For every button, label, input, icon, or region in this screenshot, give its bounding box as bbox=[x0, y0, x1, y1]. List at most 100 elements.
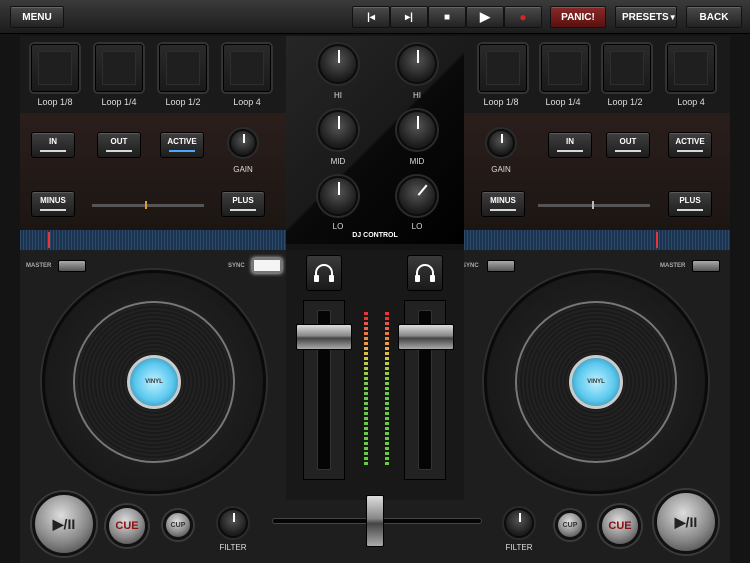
left-waveform[interactable] bbox=[20, 230, 286, 250]
right-cue-button[interactable]: CUE bbox=[599, 505, 641, 547]
right-hi-label: HI bbox=[413, 91, 421, 100]
left-play-pause-button[interactable]: ▶/II bbox=[32, 492, 96, 556]
right-loop-pad-4[interactable] bbox=[667, 44, 715, 92]
record-icon: ● bbox=[519, 10, 527, 24]
right-loop-pad-2[interactable] bbox=[541, 44, 589, 92]
crossfader-handle[interactable] bbox=[366, 495, 384, 547]
right-mid-label: MID bbox=[409, 157, 425, 166]
left-gain-knob[interactable] bbox=[229, 129, 257, 157]
dj-control-title: DJ CONTROL bbox=[352, 232, 398, 239]
presets-label: PRESETS bbox=[622, 11, 669, 23]
record-button[interactable]: ● bbox=[504, 6, 542, 28]
left-hi-eq-knob[interactable] bbox=[318, 44, 358, 84]
right-loop-label: Loop 1/2 bbox=[607, 97, 643, 107]
left-pitch-slider[interactable] bbox=[92, 204, 204, 207]
right-loop-label: Loop 4 bbox=[677, 97, 705, 107]
left-pitch-plus-button[interactable]: PLUS bbox=[221, 191, 265, 217]
back-button[interactable]: BACK bbox=[686, 6, 742, 28]
right-vinyl-center: VINYL bbox=[569, 355, 623, 409]
play-button[interactable]: ▶ bbox=[466, 6, 504, 28]
right-gain-label: GAIN bbox=[491, 165, 511, 174]
right-lo-label: LO bbox=[411, 222, 423, 231]
right-hi-eq-knob[interactable] bbox=[397, 44, 437, 84]
left-gain-label: GAIN bbox=[233, 165, 253, 174]
right-pitch-plus-button[interactable]: PLUS bbox=[668, 191, 712, 217]
right-master-button[interactable] bbox=[692, 260, 720, 272]
left-master-label: MASTER bbox=[26, 263, 52, 269]
chevron-down-icon: ▼ bbox=[668, 12, 677, 22]
presets-dropdown[interactable]: PRESETS ▼ bbox=[615, 6, 677, 28]
left-vinyl-center: VINYL bbox=[127, 355, 181, 409]
right-channel-fader-handle[interactable] bbox=[398, 324, 454, 350]
menu-button[interactable]: MENU bbox=[10, 6, 64, 28]
right-headphone-cue-button[interactable] bbox=[407, 255, 443, 291]
left-mid-eq-knob[interactable] bbox=[318, 110, 358, 150]
left-vinyl-label: VINYL bbox=[145, 379, 163, 385]
right-pitch-marker bbox=[592, 201, 594, 209]
play-icon: ▶ bbox=[480, 9, 490, 24]
left-loop-pad-2[interactable] bbox=[95, 44, 143, 92]
left-hi-label: HI bbox=[334, 91, 342, 100]
right-filter-knob[interactable] bbox=[504, 508, 534, 538]
knob-indicator bbox=[417, 50, 419, 64]
right-master-label: MASTER bbox=[660, 263, 686, 269]
skip-back-icon: |◂ bbox=[367, 11, 375, 23]
knob-indicator bbox=[417, 116, 419, 130]
left-master-button[interactable] bbox=[58, 260, 86, 272]
left-loop-label: Loop 1/2 bbox=[165, 97, 201, 107]
left-cue-button[interactable]: CUE bbox=[106, 505, 148, 547]
right-playhead bbox=[656, 232, 658, 248]
right-loop-active-button[interactable]: ACTIVE bbox=[668, 132, 712, 158]
skip-forward-icon: ▸| bbox=[405, 11, 413, 23]
right-cup-button[interactable]: CUP bbox=[555, 510, 585, 540]
right-waveform[interactable] bbox=[464, 230, 730, 250]
right-loop-pad-1[interactable] bbox=[479, 44, 527, 92]
right-pitch-slider[interactable] bbox=[538, 204, 650, 207]
left-playhead bbox=[48, 232, 50, 248]
mixer-eq-panel bbox=[286, 36, 464, 244]
play-pause-icon: ▶/II bbox=[674, 513, 698, 530]
left-filter-knob[interactable] bbox=[218, 508, 248, 538]
right-play-pause-button[interactable]: ▶/II bbox=[654, 490, 718, 554]
left-filter-label: FILTER bbox=[219, 543, 247, 552]
right-gain-knob[interactable] bbox=[487, 129, 515, 157]
left-pitch-minus-button[interactable]: MINUS bbox=[31, 191, 75, 217]
right-filter-label: FILTER bbox=[505, 543, 533, 552]
stop-button[interactable]: ■ bbox=[428, 6, 466, 28]
stop-icon: ■ bbox=[443, 11, 451, 23]
left-loop-in-button[interactable]: IN bbox=[31, 132, 75, 158]
right-loop-pad-3[interactable] bbox=[603, 44, 651, 92]
left-headphone-cue-button[interactable] bbox=[306, 255, 342, 291]
next-track-button[interactable]: ▸| bbox=[390, 6, 428, 28]
left-loop-pad-1[interactable] bbox=[31, 44, 79, 92]
left-loop-out-button[interactable]: OUT bbox=[97, 132, 141, 158]
knob-indicator bbox=[519, 513, 521, 523]
knob-indicator bbox=[338, 182, 340, 196]
headphone-icon bbox=[415, 264, 435, 282]
previous-track-button[interactable]: |◂ bbox=[352, 6, 390, 28]
right-loop-out-button[interactable]: OUT bbox=[606, 132, 650, 158]
left-loop-label: Loop 4 bbox=[233, 97, 261, 107]
knob-indicator bbox=[338, 50, 340, 64]
right-sync-button[interactable] bbox=[487, 260, 515, 272]
right-pitch-minus-button[interactable]: MINUS bbox=[481, 191, 525, 217]
knob-indicator bbox=[338, 116, 340, 130]
knob-indicator bbox=[233, 513, 235, 523]
right-mid-eq-knob[interactable] bbox=[397, 110, 437, 150]
left-loop-pad-4[interactable] bbox=[223, 44, 271, 92]
left-loop-label: Loop 1/4 bbox=[101, 97, 137, 107]
left-loop-active-button[interactable]: ACTIVE bbox=[160, 132, 204, 158]
left-cup-button[interactable]: CUP bbox=[163, 510, 193, 540]
right-vinyl-label: VINYL bbox=[587, 379, 605, 385]
left-channel-fader-handle[interactable] bbox=[296, 324, 352, 350]
play-pause-icon: ▶/II bbox=[52, 515, 76, 532]
right-loop-in-button[interactable]: IN bbox=[548, 132, 592, 158]
right-sync-label: SYNC bbox=[462, 263, 479, 269]
right-lo-eq-knob[interactable] bbox=[397, 176, 437, 216]
left-loop-label: Loop 1/8 bbox=[37, 97, 73, 107]
left-loop-pad-3[interactable] bbox=[159, 44, 207, 92]
left-lo-eq-knob[interactable] bbox=[318, 176, 358, 216]
left-vu-meter bbox=[364, 312, 368, 467]
panic-button[interactable]: PANIC! bbox=[550, 6, 606, 28]
left-sync-button[interactable] bbox=[252, 258, 282, 273]
